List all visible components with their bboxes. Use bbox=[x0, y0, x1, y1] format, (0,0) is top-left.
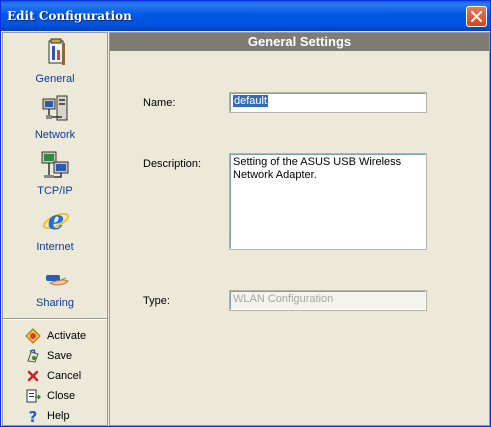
svg-text:?: ? bbox=[29, 408, 38, 424]
name-value: default bbox=[233, 95, 269, 107]
name-label: Name: bbox=[143, 97, 176, 109]
sidebar-item-internet[interactable]: e Internet bbox=[3, 201, 107, 253]
sidebar: General Network TCP/IP e Internet Sharin… bbox=[2, 32, 108, 426]
save-label: Save bbox=[47, 350, 73, 362]
general-settings-icon bbox=[48, 38, 65, 65]
panel-header: General Settings bbox=[110, 33, 489, 51]
description-label: Description: bbox=[143, 158, 202, 170]
cancel-icon bbox=[27, 370, 39, 382]
type-label: Type: bbox=[143, 295, 170, 307]
sharing-icon bbox=[46, 275, 69, 286]
description-field[interactable]: Setting of the ASUS USB Wireless Network… bbox=[229, 153, 427, 250]
sidebar-item-label: Internet bbox=[36, 241, 74, 253]
sidebar-item-label: Sharing bbox=[36, 297, 74, 309]
close-doc-icon bbox=[26, 389, 41, 403]
name-field[interactable]: default bbox=[229, 92, 427, 113]
main-panel: General Settings Name: default Descripti… bbox=[109, 32, 490, 426]
activate-button[interactable]: Activate bbox=[25, 327, 105, 345]
type-field: WLAN Configuration bbox=[229, 290, 427, 311]
help-label: Help bbox=[47, 410, 70, 422]
sidebar-item-network[interactable]: Network bbox=[3, 89, 107, 141]
svg-text:e: e bbox=[48, 206, 65, 236]
type-value: WLAN Configuration bbox=[233, 293, 334, 305]
sidebar-item-general[interactable]: General bbox=[3, 33, 107, 85]
network-icon bbox=[42, 95, 68, 121]
window-title: Edit Configuration bbox=[7, 9, 132, 23]
help-button[interactable]: ? Help bbox=[25, 407, 105, 425]
close-icon bbox=[471, 11, 482, 22]
tcpip-icon bbox=[41, 151, 69, 178]
window-close-button[interactable] bbox=[466, 6, 487, 27]
edit-configuration-window: Edit Configuration General Network TCP/I… bbox=[0, 0, 491, 427]
save-icon bbox=[27, 349, 39, 363]
description-value: Setting of the ASUS USB Wireless Network… bbox=[233, 156, 402, 181]
title-bar[interactable]: Edit Configuration bbox=[1, 1, 490, 31]
sidebar-item-tcpip[interactable]: TCP/IP bbox=[3, 145, 107, 197]
cancel-label: Cancel bbox=[47, 370, 82, 382]
sidebar-item-label: General bbox=[35, 73, 75, 85]
cancel-button[interactable]: Cancel bbox=[25, 367, 105, 385]
save-button[interactable]: Save bbox=[25, 347, 105, 365]
sidebar-item-label: TCP/IP bbox=[37, 185, 73, 197]
internet-explorer-icon: e bbox=[43, 206, 69, 236]
activate-icon bbox=[25, 328, 41, 344]
sidebar-item-sharing[interactable]: Sharing bbox=[3, 257, 107, 309]
sidebar-item-label: Network bbox=[34, 129, 76, 141]
activate-label: Activate bbox=[47, 330, 87, 342]
close-label: Close bbox=[47, 390, 76, 402]
sidebar-divider bbox=[3, 318, 107, 320]
help-icon: ? bbox=[29, 408, 38, 424]
close-button[interactable]: Close bbox=[25, 387, 105, 405]
